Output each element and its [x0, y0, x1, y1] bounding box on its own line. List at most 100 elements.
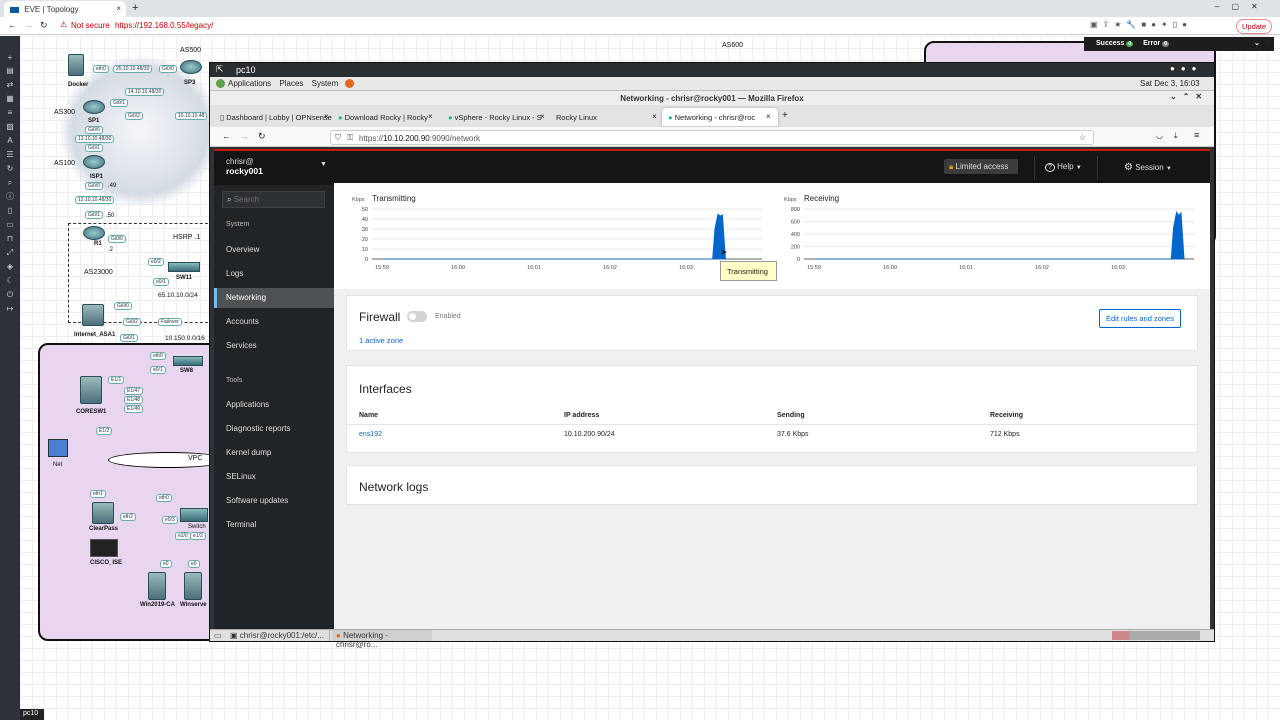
- back-icon[interactable]: ←: [8, 20, 17, 30]
- workspace-switcher[interactable]: [1112, 631, 1200, 640]
- table-row[interactable]: ens192 10.10.200.90/24 37.6 Kbps 712 Kbp…: [347, 424, 1197, 442]
- nav-services[interactable]: Services: [226, 341, 257, 350]
- interface-name-link[interactable]: ens192: [359, 431, 382, 438]
- session-menu[interactable]: ⚙ Session ▼: [1118, 156, 1198, 180]
- menu-system[interactable]: System: [312, 79, 339, 88]
- success-label[interactable]: Success: [1096, 40, 1124, 47]
- r1-router[interactable]: [83, 226, 105, 240]
- show-desktop-icon[interactable]: ▭: [214, 631, 222, 640]
- eve-bottom-tab[interactable]: pc10: [20, 709, 44, 720]
- info-icon[interactable]: ⓘ: [5, 193, 15, 201]
- external-link-icon[interactable]: ⇱: [216, 64, 224, 75]
- firefox-launcher-icon[interactable]: [344, 79, 354, 89]
- nav-networking[interactable]: Networking: [226, 293, 266, 302]
- close-icon[interactable]: ×: [116, 4, 121, 13]
- winserve-server[interactable]: [184, 572, 202, 600]
- vnc-titlebar[interactable]: ⇱ pc10 ●●●: [210, 63, 1214, 77]
- reload-icon[interactable]: ↻: [40, 20, 48, 31]
- asa1-firewall[interactable]: [82, 304, 104, 326]
- address-bar[interactable]: https://192.168.0.55/legacy/: [115, 21, 213, 30]
- refresh-icon[interactable]: ↻: [5, 165, 15, 173]
- forward-icon[interactable]: →: [24, 20, 33, 30]
- close-icon[interactable]: ×: [652, 112, 657, 121]
- search-box[interactable]: ⌕: [222, 191, 325, 208]
- sp3-router[interactable]: [180, 60, 202, 74]
- update-button[interactable]: Update: [1236, 19, 1273, 34]
- list-icon[interactable]: ☰: [5, 151, 15, 159]
- ff-tab-download[interactable]: ● Download Rocky | Rocky: [332, 108, 438, 126]
- vnc-window[interactable]: ⇱ pc10 ●●● Applications Places System Sa…: [209, 62, 1215, 649]
- menu-places[interactable]: Places: [279, 79, 303, 88]
- window-controls[interactable]: –▢✕: [1215, 2, 1270, 11]
- doc-icon[interactable]: ▯: [5, 207, 15, 215]
- startup-icon[interactable]: ▦: [5, 95, 15, 103]
- window-controls[interactable]: ⌄⌃✕: [1170, 92, 1208, 101]
- clearpass-node[interactable]: [92, 502, 114, 524]
- reload-icon[interactable]: ↻: [258, 131, 266, 142]
- picture-icon[interactable]: ▨: [5, 123, 15, 131]
- chat-icon[interactable]: ▭: [5, 221, 15, 229]
- nav-selinux[interactable]: SELinux: [226, 472, 256, 481]
- nav-diagnostic-reports[interactable]: Diagnostic reports: [226, 424, 290, 433]
- chrome-tab[interactable]: EVE | Topology ×: [4, 1, 126, 17]
- shield-icon[interactable]: ⛉: [335, 133, 341, 143]
- host-switcher[interactable]: chrisr@ rocky001 ▼: [214, 149, 334, 185]
- network-logs-title[interactable]: Network logs: [359, 480, 428, 494]
- pc-net-icon[interactable]: [48, 439, 68, 457]
- nav-kernel-dump[interactable]: Kernel dump: [226, 448, 271, 457]
- zoom-icon[interactable]: ⌕: [5, 179, 15, 187]
- nav-terminal[interactable]: Terminal: [226, 520, 256, 529]
- text-icon[interactable]: A: [5, 137, 15, 145]
- edit-rules-button[interactable]: Edit rules and zones: [1099, 309, 1181, 328]
- nav-logs[interactable]: Logs: [226, 269, 243, 278]
- chevron-down-icon[interactable]: ⌄: [1254, 39, 1260, 47]
- ff-tab-dashboard[interactable]: ▯ Dashboard | Lobby | OPNsense: [214, 108, 332, 126]
- close-icon[interactable]: ×: [540, 112, 545, 121]
- new-tab-icon[interactable]: +: [132, 2, 138, 14]
- url-bar[interactable]: ⛉ ⚿ https://10.10.200.90:9090/network ☆: [330, 130, 1094, 145]
- error-label[interactable]: Error: [1143, 40, 1160, 47]
- config-icon[interactable]: ≡: [5, 109, 15, 117]
- docker-node[interactable]: [68, 54, 84, 76]
- search-input[interactable]: [233, 195, 314, 204]
- moon-icon[interactable]: ☾: [5, 277, 15, 285]
- sp1-router[interactable]: [83, 100, 105, 114]
- networks-icon[interactable]: ⇄: [5, 81, 15, 89]
- sw11-switch[interactable]: [168, 262, 200, 272]
- switch-node[interactable]: [180, 508, 208, 522]
- logout-icon[interactable]: ↦: [5, 305, 15, 313]
- active-zones-link[interactable]: 1 active zone: [359, 336, 403, 345]
- ff-tab-vsphere[interactable]: ● vSphere - Rocky Linux - S: [442, 108, 542, 126]
- isp1-router[interactable]: [83, 155, 105, 169]
- tag-icon[interactable]: ◈: [5, 263, 15, 271]
- help-menu[interactable]: ? Help ▼: [1034, 156, 1098, 180]
- close-icon[interactable]: ×: [324, 112, 329, 121]
- firefox-titlebar[interactable]: Networking - chrisr@rocky001 — Mozilla F…: [210, 91, 1214, 105]
- security-status[interactable]: Not secure: [71, 21, 110, 30]
- fit-icon[interactable]: ⤢: [5, 249, 15, 257]
- window-controls[interactable]: ●●●: [1170, 64, 1203, 73]
- ff-tab-rocky[interactable]: Rocky Linux: [550, 108, 650, 126]
- taskbar-terminal[interactable]: ▣ chrisr@rocky001:/etc/...: [226, 630, 330, 641]
- nav-applications[interactable]: Applications: [226, 400, 269, 409]
- coresw1-switch[interactable]: [80, 376, 102, 404]
- nav-accounts[interactable]: Accounts: [226, 317, 259, 326]
- forward-icon[interactable]: →: [240, 131, 249, 141]
- pocket-icon[interactable]: ◡: [1156, 131, 1163, 140]
- taskbar-firefox[interactable]: ● Networking - chrisr@ro...: [332, 630, 432, 649]
- add-icon[interactable]: +: [5, 54, 15, 62]
- limited-access-button[interactable]: 🔒︎ Limited access: [944, 159, 1018, 174]
- nodes-icon[interactable]: ▤: [5, 67, 15, 75]
- download-icon[interactable]: ⤓: [1174, 131, 1178, 141]
- win2019-server[interactable]: [148, 572, 166, 600]
- panel-clock[interactable]: Sat Dec 3, 16:03: [1140, 79, 1200, 88]
- power-icon[interactable]: ⏻: [5, 291, 15, 299]
- back-icon[interactable]: ←: [222, 131, 231, 141]
- cisco-ise-node[interactable]: [90, 539, 118, 557]
- new-tab-icon[interactable]: +: [782, 110, 788, 121]
- menu-applications[interactable]: Applications: [228, 79, 271, 88]
- sw8-switch[interactable]: [173, 356, 203, 366]
- lock-icon[interactable]: ⊓: [5, 235, 15, 243]
- menu-icon[interactable]: ≡: [1194, 130, 1199, 140]
- close-icon[interactable]: ✕: [1264, 38, 1272, 49]
